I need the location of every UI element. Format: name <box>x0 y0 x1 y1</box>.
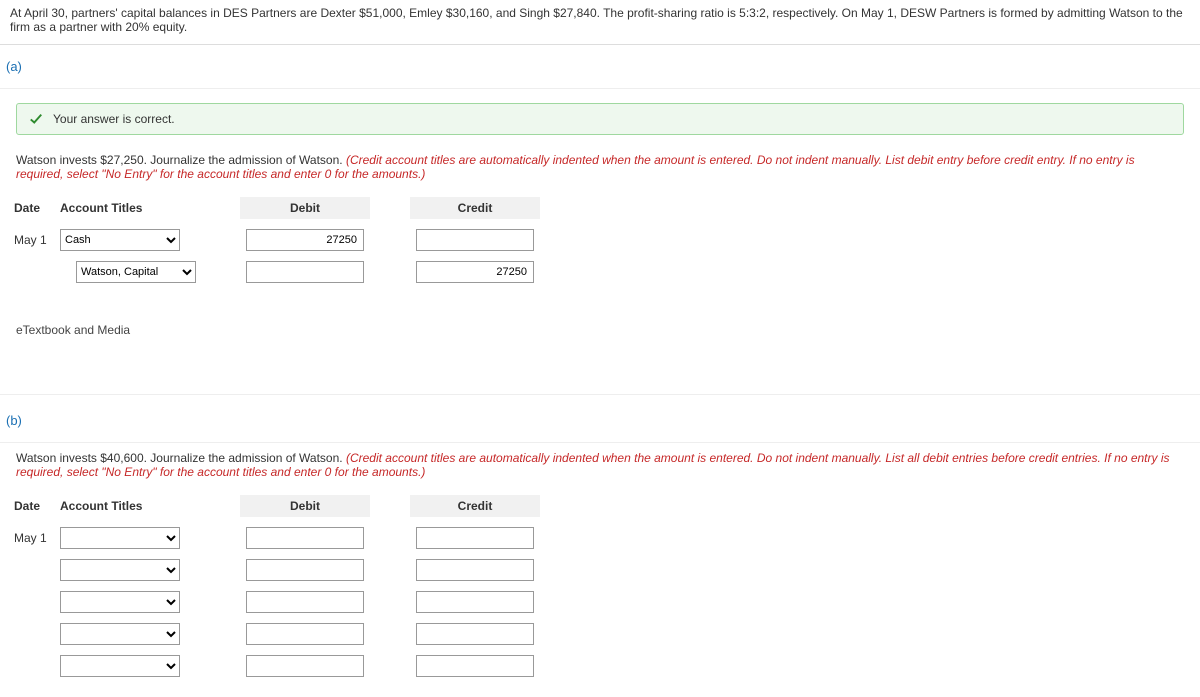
journal-row: CashWatson, CapitalDexter, CapitalEmley,… <box>12 655 1184 677</box>
correct-answer-text: Your answer is correct. <box>53 112 175 126</box>
part-b-label: (b) <box>0 399 1200 443</box>
header-date: Date <box>12 499 60 513</box>
account-title-select[interactable]: CashWatson, CapitalDexter, CapitalEmley,… <box>60 623 180 645</box>
part-b-journal-table: Date Account Titles Debit Credit May 1 C… <box>0 489 1200 697</box>
debit-input[interactable] <box>246 591 364 613</box>
account-title-select[interactable]: CashWatson, CapitalDexter, CapitalEmley,… <box>60 559 180 581</box>
journal-row: CashWatson, CapitalNo Entry <box>12 261 1184 283</box>
credit-input[interactable] <box>416 591 534 613</box>
part-b-instruction-black: Watson invests $40,600. Journalize the a… <box>16 451 346 465</box>
account-title-select[interactable]: CashWatson, CapitalNo Entry <box>76 261 196 283</box>
part-a-label: (a) <box>0 45 1200 89</box>
journal-row: CashWatson, CapitalDexter, CapitalEmley,… <box>12 623 1184 645</box>
part-b-instruction: Watson invests $40,600. Journalize the a… <box>0 443 1200 489</box>
header-date: Date <box>12 201 60 215</box>
part-a-journal-table: Date Account Titles Debit Credit May 1 C… <box>0 191 1200 303</box>
journal-row: CashWatson, CapitalDexter, CapitalEmley,… <box>12 559 1184 581</box>
journal-row: CashWatson, CapitalDexter, CapitalEmley,… <box>12 591 1184 613</box>
problem-intro: At April 30, partners' capital balances … <box>0 0 1200 45</box>
header-credit: Credit <box>410 197 540 219</box>
credit-input[interactable] <box>416 559 534 581</box>
header-title: Account Titles <box>60 499 200 513</box>
debit-input[interactable] <box>246 261 364 283</box>
credit-input[interactable] <box>416 655 534 677</box>
account-title-select[interactable]: CashWatson, CapitalDexter, CapitalEmley,… <box>60 591 180 613</box>
part-a-instruction: Watson invests $27,250. Journalize the a… <box>0 153 1200 191</box>
journal-row: May 1 CashWatson, CapitalNo Entry <box>12 229 1184 251</box>
debit-input[interactable] <box>246 623 364 645</box>
debit-input[interactable] <box>246 559 364 581</box>
header-title: Account Titles <box>60 201 200 215</box>
debit-input[interactable] <box>246 655 364 677</box>
check-icon <box>29 112 43 126</box>
credit-input[interactable] <box>416 623 534 645</box>
etextbook-link[interactable]: eTextbook and Media <box>16 323 1184 364</box>
credit-input[interactable] <box>416 229 534 251</box>
credit-input[interactable] <box>416 261 534 283</box>
journal-row: May 1 CashWatson, CapitalDexter, Capital… <box>12 527 1184 549</box>
part-a-instruction-black: Watson invests $27,250. Journalize the a… <box>16 153 346 167</box>
correct-answer-banner: Your answer is correct. <box>16 103 1184 135</box>
account-title-select[interactable]: CashWatson, CapitalDexter, CapitalEmley,… <box>60 527 180 549</box>
account-title-select[interactable]: CashWatson, CapitalDexter, CapitalEmley,… <box>60 655 180 677</box>
debit-input[interactable] <box>246 527 364 549</box>
row-date: May 1 <box>12 233 60 247</box>
credit-input[interactable] <box>416 527 534 549</box>
header-credit: Credit <box>410 495 540 517</box>
debit-input[interactable] <box>246 229 364 251</box>
account-title-select[interactable]: CashWatson, CapitalNo Entry <box>60 229 180 251</box>
header-debit: Debit <box>240 197 370 219</box>
header-debit: Debit <box>240 495 370 517</box>
row-date: May 1 <box>12 531 60 545</box>
